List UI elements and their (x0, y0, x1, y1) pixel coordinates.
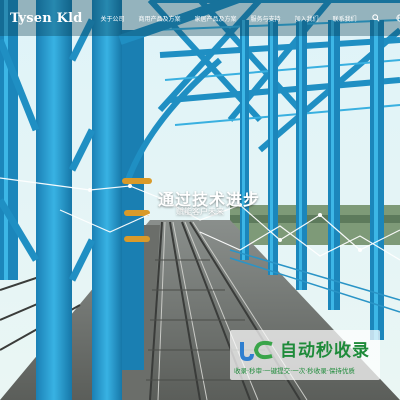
top-nav-bar: Tysen Kld 关于公司 商用产品及方案 家居产品及方案 服务与支持 加入我… (0, 0, 400, 36)
nav-item-service[interactable]: 服务与支持 (251, 14, 281, 23)
nav-item-home[interactable]: 家居产品及方案 (195, 14, 237, 23)
nav-item-about[interactable]: 关于公司 (101, 14, 125, 23)
nav-item-contact[interactable]: 联系我们 (333, 14, 357, 23)
watermark-logo (240, 340, 273, 362)
nav-item-commercial[interactable]: 商用产品及方案 (139, 14, 181, 23)
main-nav: 关于公司 商用产品及方案 家居产品及方案 服务与支持 加入我们 联系我们 (101, 13, 400, 23)
hero-subheadline: 赋能客户未来 (176, 207, 224, 216)
watermark-subtitle: 收录·秒审·一键提交·一次·秒收录·保持优质 (234, 367, 355, 375)
site-logo[interactable]: Tysen Kld (10, 11, 83, 26)
globe-icon[interactable] (395, 13, 400, 23)
search-icon[interactable] (371, 13, 381, 23)
nav-item-join[interactable]: 加入我们 (295, 14, 319, 23)
watermark-badge: 自动秒收录 收录·秒审·一键提交·一次·秒收录·保持优质 (230, 330, 380, 380)
watermark-title: 自动秒收录 (280, 341, 370, 361)
